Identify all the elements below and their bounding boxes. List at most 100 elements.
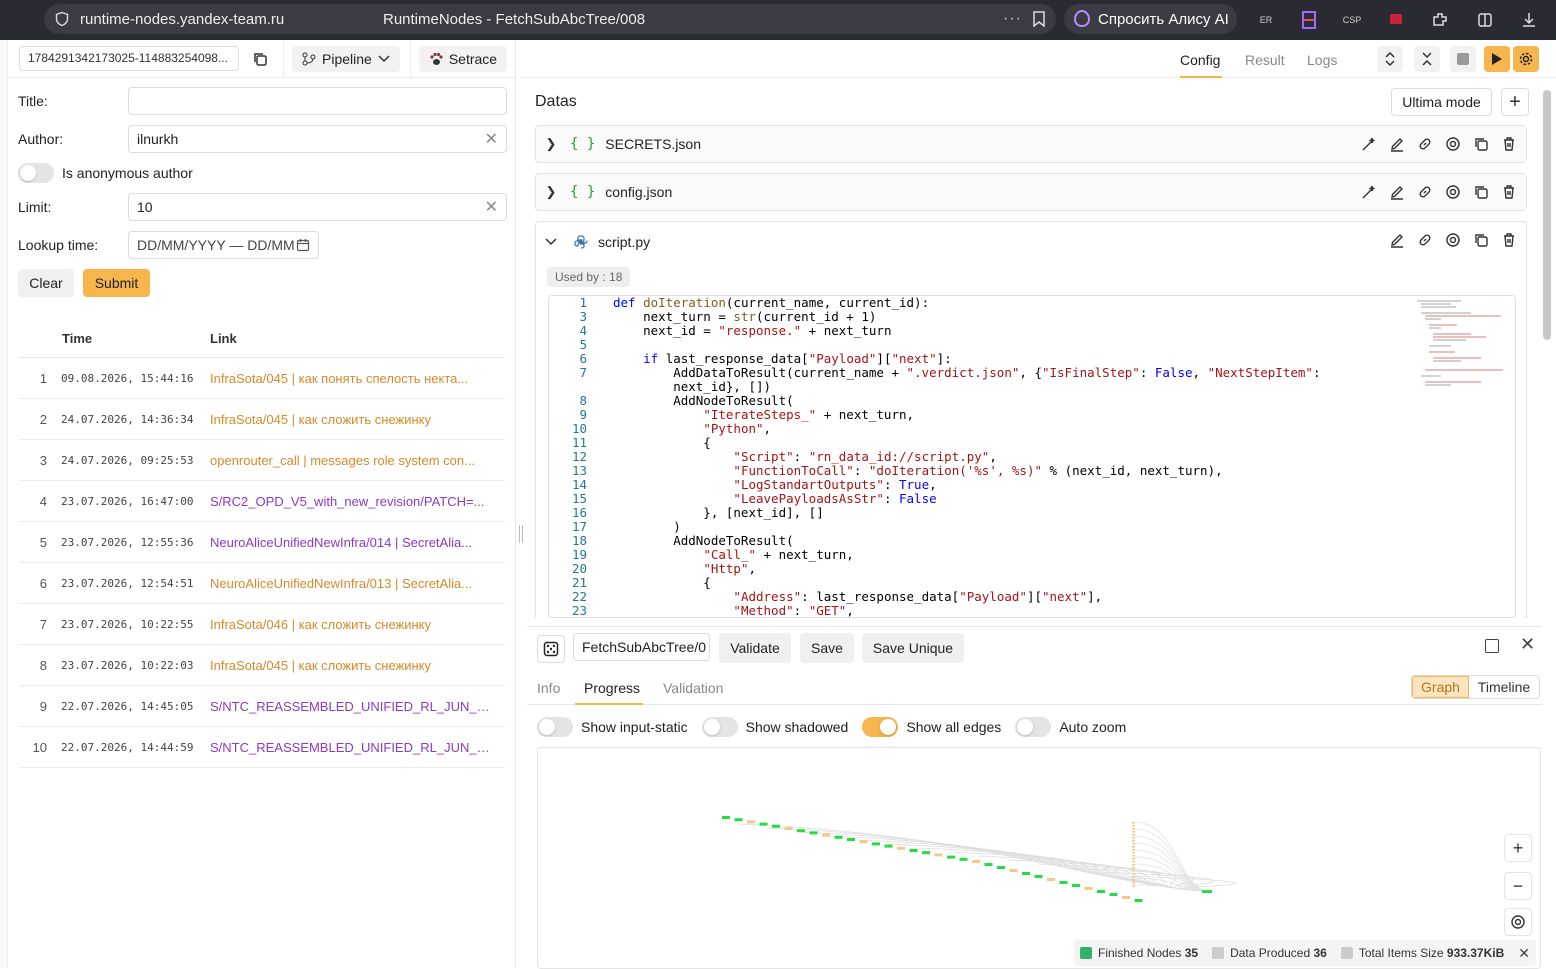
- row-link[interactable]: InfraSota/045 | как сложить снежинку: [210, 658, 492, 673]
- graph-node[interactable]: [784, 827, 793, 830]
- trash-icon[interactable]: [1500, 135, 1518, 153]
- graph-node[interactable]: [1132, 873, 1135, 875]
- tab-progress[interactable]: Progress: [584, 680, 640, 696]
- chevron-right-icon[interactable]: ❯: [536, 184, 566, 200]
- clear-author-icon[interactable]: ✕: [485, 129, 498, 149]
- run-id-field[interactable]: 1784291342173025-114883254098...: [19, 46, 239, 71]
- ask-alice-button[interactable]: Спросить Алису AI: [1064, 4, 1237, 34]
- graph-node[interactable]: [1132, 855, 1135, 857]
- graph-node[interactable]: [1122, 896, 1130, 899]
- timeline-view-button[interactable]: Timeline: [1469, 676, 1539, 698]
- close-icon[interactable]: ✕: [1520, 634, 1535, 655]
- url-host[interactable]: runtime-nodes.yandex-team.ru: [80, 11, 284, 28]
- node-name-input[interactable]: FetchSubAbcTree/0: [573, 633, 710, 661]
- tab-validation[interactable]: Validation: [663, 680, 723, 696]
- graph-node[interactable]: [1132, 840, 1135, 842]
- graph-node[interactable]: [1132, 828, 1135, 830]
- graph-node[interactable]: [722, 816, 730, 819]
- clear-button[interactable]: Clear: [18, 269, 74, 297]
- title-input[interactable]: [128, 87, 507, 115]
- magic-wand-icon[interactable]: [1360, 135, 1378, 153]
- graph-node[interactable]: [1134, 899, 1143, 902]
- clear-limit-icon[interactable]: ✕: [485, 197, 498, 217]
- address-bar[interactable]: runtime-nodes.yandex-team.ru RuntimeNode…: [44, 4, 1056, 34]
- toggle-shadowed[interactable]: Show shadowed: [701, 717, 848, 737]
- graph-node[interactable]: [1132, 843, 1135, 845]
- panel-resize-handle[interactable]: [519, 525, 523, 543]
- magic-wand-icon[interactable]: [1360, 183, 1378, 201]
- row-link[interactable]: S/RC2_OPD_V5_with_new_revision/PATCH=...: [210, 494, 492, 509]
- extension-csp-icon[interactable]: CSP: [1342, 10, 1362, 30]
- extension-ruler-icon[interactable]: [1299, 10, 1319, 30]
- graph-node[interactable]: [1009, 869, 1018, 872]
- switch[interactable]: [862, 717, 899, 737]
- switch[interactable]: [537, 717, 573, 737]
- save-button[interactable]: Save: [800, 633, 854, 663]
- graph-node[interactable]: [872, 842, 880, 846]
- collections-icon[interactable]: [1475, 10, 1495, 30]
- row-link[interactable]: InfraSota/045 | как сложить снежинку: [210, 412, 492, 427]
- toggle-auto-zoom[interactable]: Auto zoom: [1015, 717, 1126, 737]
- graph-node[interactable]: [922, 851, 930, 855]
- submit-button[interactable]: Submit: [83, 269, 150, 297]
- row-link[interactable]: NeuroAliceUnifiedNewInfra/013 | SecretAl…: [210, 576, 492, 591]
- graph-node[interactable]: [1132, 858, 1135, 860]
- graph-node[interactable]: [947, 855, 955, 859]
- graph-node[interactable]: [959, 857, 968, 861]
- tab-info[interactable]: Info: [537, 680, 560, 696]
- graph-node[interactable]: [1132, 852, 1135, 854]
- graph-node[interactable]: [1132, 825, 1135, 827]
- graph-node[interactable]: [1132, 876, 1135, 878]
- graph-node[interactable]: [759, 822, 768, 826]
- used-by-badge[interactable]: Used by : 18: [547, 267, 631, 287]
- graph-node[interactable]: [1132, 837, 1135, 839]
- close-legend-icon[interactable]: ✕: [1518, 945, 1530, 962]
- switch[interactable]: [1015, 717, 1052, 737]
- code-minimap[interactable]: [1411, 298, 1511, 398]
- graph-node[interactable]: [884, 844, 893, 848]
- edit-icon[interactable]: [1388, 231, 1406, 249]
- more-icon[interactable]: ···: [1003, 10, 1022, 28]
- target-icon[interactable]: [1444, 183, 1462, 201]
- graph-node[interactable]: [1132, 861, 1135, 863]
- run-settings-gear-icon[interactable]: [1513, 46, 1539, 72]
- graph-node[interactable]: [1084, 887, 1093, 890]
- collapse-vertical-icon[interactable]: [1414, 46, 1440, 72]
- link-icon[interactable]: [1416, 135, 1434, 153]
- duplicate-icon[interactable]: [1472, 135, 1490, 153]
- graph-node[interactable]: [797, 829, 805, 833]
- graph-node[interactable]: [997, 866, 1005, 869]
- row-link[interactable]: InfraSota/045 | как понять спелость нект…: [210, 371, 492, 386]
- extension-er-icon[interactable]: ER: [1256, 10, 1276, 30]
- graph-node[interactable]: [1047, 878, 1055, 881]
- ultima-mode-button[interactable]: Ultima mode: [1391, 88, 1492, 116]
- setrace-button[interactable]: Setrace: [418, 45, 508, 72]
- trash-icon[interactable]: [1500, 231, 1518, 249]
- graph-node[interactable]: [1132, 822, 1135, 824]
- row-link[interactable]: NeuroAliceUnifiedNewInfra/014 | SecretAl…: [210, 535, 492, 550]
- zoom-in-button[interactable]: +: [1504, 834, 1532, 862]
- site-info-icon[interactable]: [54, 11, 70, 27]
- anonymous-toggle[interactable]: [18, 163, 54, 183]
- graph-node[interactable]: [809, 831, 818, 835]
- graph-node[interactable]: [1132, 885, 1135, 887]
- row-link[interactable]: openrouter_call | messages role system c…: [210, 453, 492, 468]
- link-icon[interactable]: [1416, 183, 1434, 201]
- graph-node[interactable]: [934, 853, 943, 857]
- graph-canvas[interactable]: [538, 748, 1541, 969]
- graph-node[interactable]: [834, 835, 843, 839]
- toggle-input-static[interactable]: Show input-static: [537, 717, 688, 737]
- graph-node[interactable]: [972, 860, 980, 863]
- tab-logs[interactable]: Logs: [1307, 52, 1337, 68]
- graph-node[interactable]: [822, 833, 830, 837]
- lookup-range-input[interactable]: DD/MM/YYYY — DD/MM: [128, 231, 319, 259]
- graph-node[interactable]: [1034, 875, 1043, 878]
- graph-node[interactable]: [847, 838, 855, 841]
- run-button[interactable]: [1484, 46, 1510, 72]
- target-icon[interactable]: [1444, 135, 1462, 153]
- copy-icon[interactable]: [247, 46, 273, 72]
- download-icon[interactable]: [1519, 10, 1539, 30]
- row-link[interactable]: S/NTC_REASSEMBLED_UNIFIED_RL_JUN_0...: [210, 699, 492, 714]
- graph-node[interactable]: [1097, 890, 1105, 893]
- extension-red-icon[interactable]: [1386, 10, 1406, 30]
